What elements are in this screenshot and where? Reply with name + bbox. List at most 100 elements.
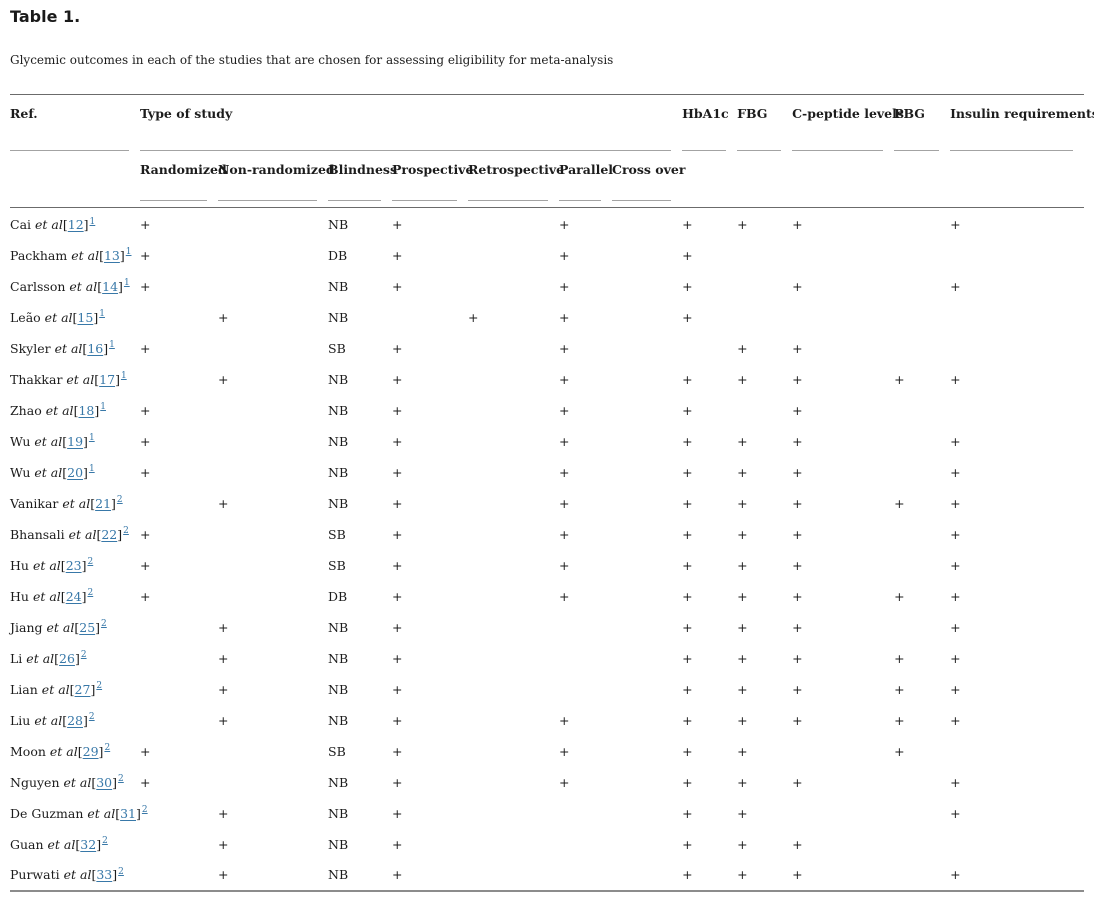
cell-randomized bbox=[140, 612, 218, 643]
cell-hba1c: + bbox=[682, 247, 693, 263]
cohort-superscript-link[interactable]: 2 bbox=[81, 650, 87, 660]
reference-link[interactable]: 30 bbox=[96, 775, 112, 790]
cell-pbg bbox=[894, 612, 950, 643]
cohort-superscript-link[interactable]: 2 bbox=[89, 712, 95, 722]
table-row: Moon et al[29]2 + SB + + + + + bbox=[10, 736, 1084, 767]
cohort-superscript-link[interactable]: 2 bbox=[104, 743, 110, 753]
reference-link[interactable]: 33 bbox=[96, 867, 112, 882]
studies-table: Ref. Type of study HbA1c FBG C-peptide l… bbox=[10, 93, 1094, 893]
reference-link[interactable]: 14 bbox=[102, 279, 118, 294]
cell-fbg bbox=[737, 302, 792, 333]
cell-parallel: + bbox=[559, 774, 570, 790]
table-row: Leão et al[15]1 + NB + + + bbox=[10, 302, 1084, 333]
bracket-close: ] bbox=[74, 650, 80, 666]
bracket-close: ] bbox=[83, 433, 88, 449]
study-author: Cai bbox=[10, 216, 32, 232]
reference-link[interactable]: 22 bbox=[101, 527, 117, 542]
cell-c-peptide: + bbox=[792, 278, 803, 294]
cohort-superscript-link[interactable]: 1 bbox=[124, 278, 130, 288]
cell-prospective: + bbox=[392, 588, 403, 604]
study-author: Hu bbox=[10, 557, 29, 573]
cell-cross-over bbox=[612, 705, 682, 736]
cell-c-peptide: + bbox=[792, 557, 803, 573]
reference-link[interactable]: 20 bbox=[67, 465, 83, 480]
cell-hba1c: + bbox=[682, 309, 693, 325]
cell-fbg: + bbox=[737, 588, 748, 604]
study-etal: et al bbox=[34, 464, 63, 480]
reference-link[interactable]: 18 bbox=[78, 403, 94, 418]
cell-pbg bbox=[894, 767, 950, 798]
cohort-superscript-link[interactable]: 2 bbox=[102, 836, 108, 846]
study-author: Leão bbox=[10, 309, 41, 325]
cohort-superscript-link[interactable]: 2 bbox=[101, 619, 107, 629]
reference-link[interactable]: 32 bbox=[80, 837, 96, 852]
cell-parallel: + bbox=[559, 309, 570, 325]
cell-insulin bbox=[950, 333, 1084, 364]
reference-link[interactable]: 19 bbox=[67, 434, 83, 449]
cohort-superscript-link[interactable]: 2 bbox=[123, 526, 129, 536]
cell-hba1c: + bbox=[682, 774, 693, 790]
reference-link[interactable]: 31 bbox=[120, 806, 136, 821]
cohort-superscript-link[interactable]: 1 bbox=[89, 464, 95, 474]
cell-c-peptide bbox=[792, 240, 894, 271]
cohort-superscript-link[interactable]: 2 bbox=[118, 774, 124, 784]
reference-link[interactable]: 15 bbox=[77, 310, 93, 325]
study-etal: et al bbox=[46, 619, 75, 635]
cell-randomized: + bbox=[140, 433, 151, 449]
bracket-close: ] bbox=[81, 557, 87, 573]
study-author: Thakkar bbox=[10, 371, 63, 387]
reference-link[interactable]: 21 bbox=[95, 496, 111, 511]
cell-pbg bbox=[894, 302, 950, 333]
study-author: Guan bbox=[10, 836, 44, 852]
cohort-superscript-link[interactable]: 1 bbox=[90, 217, 96, 227]
cell-blindness: SB bbox=[328, 557, 346, 573]
cohort-superscript-link[interactable]: 1 bbox=[126, 247, 132, 257]
reference-link[interactable]: 17 bbox=[99, 372, 115, 387]
cohort-superscript-link[interactable]: 2 bbox=[96, 681, 102, 691]
cohort-superscript-link[interactable]: 2 bbox=[87, 588, 93, 598]
reference-link[interactable]: 25 bbox=[79, 620, 95, 635]
cohort-superscript-link[interactable]: 1 bbox=[121, 371, 127, 381]
cell-non-randomized: + bbox=[218, 867, 229, 883]
reference-link[interactable]: 12 bbox=[68, 217, 84, 232]
cell-parallel bbox=[559, 829, 612, 860]
reference-link[interactable]: 28 bbox=[67, 713, 83, 728]
cell-blindness: NB bbox=[328, 681, 349, 697]
cell-prospective: + bbox=[392, 340, 403, 356]
table-row: Bhansali et al[22]2 + SB + + + + + + bbox=[10, 519, 1084, 550]
reference-link[interactable]: 16 bbox=[87, 341, 103, 356]
column-underline bbox=[737, 149, 782, 151]
cohort-superscript-link[interactable]: 2 bbox=[117, 495, 123, 505]
study-etal: et al bbox=[63, 774, 92, 790]
cell-ref: Wu et al[19]1 bbox=[10, 426, 140, 457]
reference-link[interactable]: 26 bbox=[59, 651, 75, 666]
cohort-superscript-link[interactable]: 1 bbox=[89, 433, 95, 443]
cell-randomized bbox=[140, 488, 218, 519]
cohort-superscript-link[interactable]: 2 bbox=[87, 557, 93, 567]
reference-link[interactable]: 29 bbox=[83, 744, 99, 759]
cell-cross-over bbox=[612, 519, 682, 550]
cell-insulin: + bbox=[950, 526, 961, 542]
cell-randomized: + bbox=[140, 247, 151, 263]
cohort-superscript-link[interactable]: 1 bbox=[109, 340, 115, 350]
cell-cross-over bbox=[612, 550, 682, 581]
cell-cross-over bbox=[612, 767, 682, 798]
cohort-superscript-link[interactable]: 2 bbox=[118, 867, 124, 877]
reference-link[interactable]: 13 bbox=[104, 248, 120, 263]
cell-cross-over bbox=[612, 612, 682, 643]
cell-insulin: + bbox=[950, 681, 961, 697]
cell-cross-over bbox=[612, 457, 682, 488]
cohort-superscript-link[interactable]: 1 bbox=[100, 402, 106, 412]
cohort-superscript-link[interactable]: 2 bbox=[142, 805, 148, 815]
reference-link[interactable]: 24 bbox=[66, 589, 82, 604]
header-spacer bbox=[682, 150, 738, 208]
cohort-superscript-link[interactable]: 1 bbox=[99, 309, 105, 319]
cell-c-peptide: + bbox=[792, 681, 803, 697]
cell-non-randomized: + bbox=[218, 495, 229, 511]
reference-link[interactable]: 27 bbox=[75, 682, 91, 697]
reference-link[interactable]: 23 bbox=[66, 558, 82, 573]
cell-randomized: + bbox=[140, 464, 151, 480]
cell-insulin: + bbox=[950, 557, 961, 573]
table-row: Li et al[26]2 + NB + + + + + + bbox=[10, 643, 1084, 674]
cell-c-peptide: + bbox=[792, 216, 803, 232]
